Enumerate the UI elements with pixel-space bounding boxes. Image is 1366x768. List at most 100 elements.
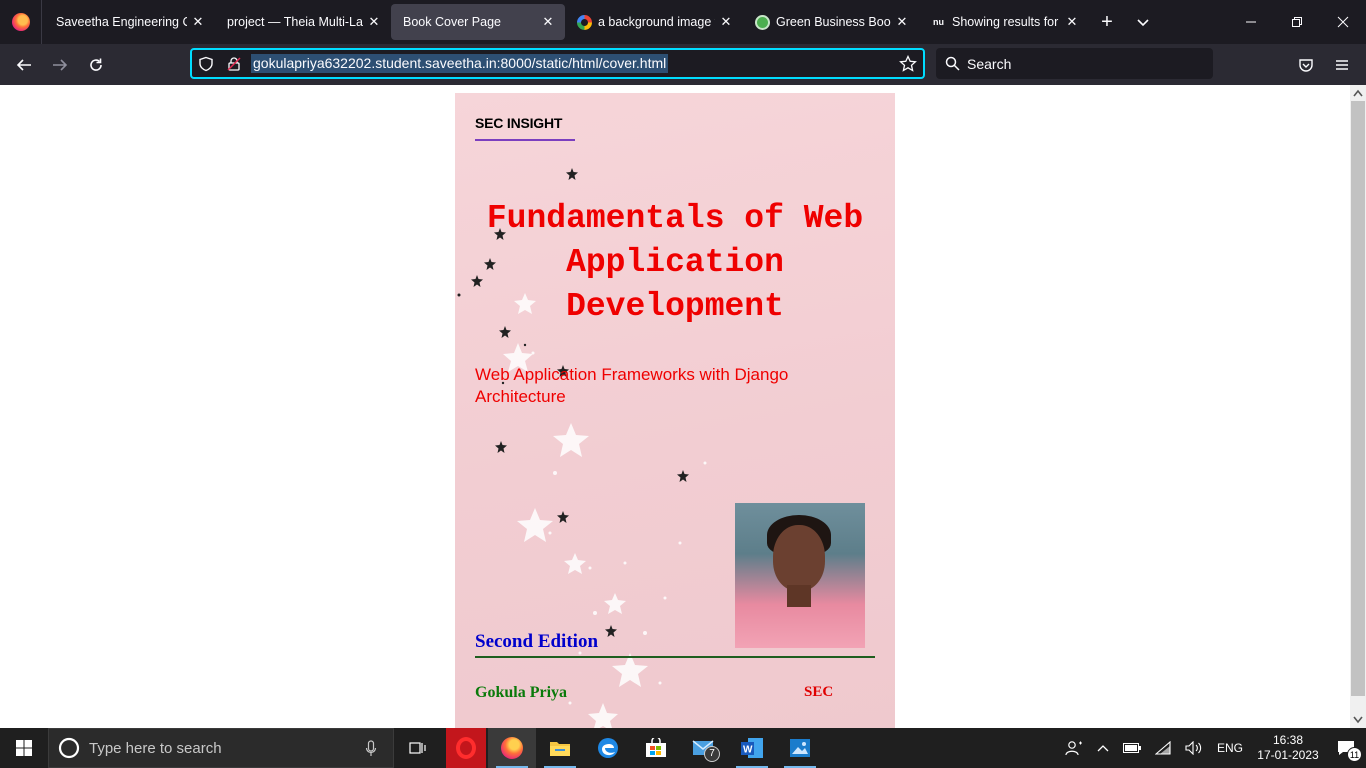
insecure-lock-icon[interactable] <box>226 56 242 72</box>
arrow-left-icon <box>16 58 31 71</box>
system-tray: ENG 16:38 17-01-2023 11 <box>1058 728 1366 768</box>
tab-title: project — Theia Multi-Language <box>227 15 363 29</box>
microphone-icon[interactable] <box>365 740 377 758</box>
author-photo <box>735 503 865 648</box>
firefox-view-button[interactable] <box>0 0 42 44</box>
pocket-icon <box>1299 58 1313 72</box>
page-viewport: SEC INSIGHT Fundamentals of Web Applicat… <box>0 85 1350 728</box>
close-icon <box>1337 16 1349 28</box>
file-explorer-taskbar-button[interactable] <box>536 728 584 768</box>
url-text[interactable]: gokulapriya632202.student.saveetha.in:80… <box>251 54 669 73</box>
volume-button[interactable] <box>1178 728 1210 768</box>
nu-icon: nu <box>933 17 944 27</box>
mail-unread-badge: 7 <box>704 746 720 762</box>
pocket-button[interactable] <box>1288 49 1324 81</box>
close-icon[interactable]: ✕ <box>367 15 381 29</box>
reload-icon <box>90 58 102 71</box>
clock-date: 17-01-2023 <box>1257 748 1319 762</box>
tab-google-search[interactable]: a background image for ✕ <box>565 4 743 40</box>
bookmark-star-icon[interactable] <box>899 55 917 73</box>
show-hidden-icons-button[interactable] <box>1090 728 1116 768</box>
author-name: Gokula Priya <box>475 684 568 701</box>
close-icon[interactable]: ✕ <box>541 15 555 29</box>
restore-button[interactable] <box>1274 0 1320 44</box>
tab-title: Showing results for https <box>952 15 1061 29</box>
scroll-down-icon[interactable] <box>1350 712 1366 728</box>
language-indicator[interactable]: ENG <box>1210 728 1250 768</box>
mail-taskbar-button[interactable]: 7 <box>680 728 728 768</box>
scrollbar-thumb[interactable] <box>1351 101 1365 696</box>
close-icon[interactable]: ✕ <box>191 15 205 29</box>
tracking-protection-shield-icon[interactable] <box>198 56 214 72</box>
minimize-icon <box>1246 21 1256 23</box>
book-cover: SEC INSIGHT Fundamentals of Web Applicat… <box>455 93 895 728</box>
firefox-logo-icon <box>11 13 30 31</box>
taskbar-search-box[interactable]: Type here to search <box>48 728 394 768</box>
new-tab-button[interactable]: + <box>1089 4 1125 40</box>
google-icon <box>577 14 592 30</box>
restore-icon <box>1292 17 1302 27</box>
edition-label: Second Edition <box>475 631 599 652</box>
search-box[interactable]: Search <box>936 48 1213 79</box>
edge-icon <box>598 738 618 758</box>
back-button[interactable] <box>6 49 42 81</box>
tab-title: Saveetha Engineering College <box>56 15 187 29</box>
list-all-tabs-button[interactable] <box>1125 4 1161 40</box>
close-icon[interactable]: ✕ <box>895 15 909 29</box>
tab-saveetha[interactable]: Saveetha Engineering College ✕ <box>44 4 215 40</box>
wifi-icon <box>1154 741 1171 755</box>
opera-taskbar-button[interactable] <box>444 728 488 768</box>
firefox-taskbar-button[interactable] <box>488 728 536 768</box>
hamburger-menu-icon <box>1336 59 1348 70</box>
close-icon[interactable]: ✕ <box>719 15 733 29</box>
forward-button[interactable] <box>42 49 78 81</box>
word-icon: W <box>741 738 763 758</box>
word-taskbar-button[interactable]: W <box>728 728 776 768</box>
opera-icon <box>446 728 486 768</box>
divider <box>475 656 875 658</box>
speaker-icon <box>1185 741 1202 755</box>
tab-title: a background image for <box>598 15 715 29</box>
reload-button[interactable] <box>78 49 114 81</box>
folder-icon <box>550 742 570 756</box>
minimize-button[interactable] <box>1228 0 1274 44</box>
edge-taskbar-button[interactable] <box>584 728 632 768</box>
taskbar-search-placeholder: Type here to search <box>89 739 222 757</box>
notification-count-badge: 11 <box>1347 747 1362 762</box>
chevron-up-icon <box>1097 745 1109 752</box>
close-icon[interactable]: ✕ <box>1065 15 1079 29</box>
brand-underline <box>475 139 575 141</box>
url-bar[interactable]: gokulapriya632202.student.saveetha.in:80… <box>190 48 925 79</box>
people-button[interactable] <box>1058 728 1090 768</box>
photos-taskbar-button[interactable] <box>776 728 824 768</box>
cortana-circle-icon <box>58 737 80 759</box>
tab-theia[interactable]: project — Theia Multi-Language ✕ <box>215 4 391 40</box>
app-menu-button[interactable] <box>1324 49 1360 81</box>
publisher-name: SEC <box>804 684 834 700</box>
book-subtitle: Web Application Frameworks with Django A… <box>475 365 789 406</box>
battery-button[interactable] <box>1116 728 1148 768</box>
navigation-toolbar: gokulapriya632202.student.saveetha.in:80… <box>0 44 1366 85</box>
clock[interactable]: 16:38 17-01-2023 <box>1250 728 1326 768</box>
windows-taskbar: Type here to search 7 W ENG 16:38 17-01-… <box>0 728 1366 768</box>
start-button[interactable] <box>0 728 48 768</box>
search-placeholder: Search <box>967 55 1012 72</box>
windows-logo-icon <box>16 740 32 756</box>
tab-title: Green Business Book Cover <box>776 15 891 29</box>
task-view-icon <box>409 742 426 754</box>
network-button[interactable] <box>1148 728 1178 768</box>
vertical-scrollbar[interactable] <box>1350 85 1366 728</box>
scroll-up-icon[interactable] <box>1350 85 1366 101</box>
tab-showing-results[interactable]: nu Showing results for https ✕ <box>919 4 1089 40</box>
people-icon <box>1065 741 1082 756</box>
photos-icon <box>790 739 810 757</box>
svg-text:W: W <box>743 745 753 756</box>
tab-book-cover[interactable]: Book Cover Page ✕ <box>391 4 565 40</box>
canva-icon <box>755 14 770 30</box>
arrow-right-icon <box>53 58 68 71</box>
tab-green-business[interactable]: Green Business Book Cover ✕ <box>743 4 919 40</box>
action-center-button[interactable]: 11 <box>1326 728 1366 768</box>
task-view-button[interactable] <box>394 728 442 768</box>
store-taskbar-button[interactable] <box>632 728 680 768</box>
close-window-button[interactable] <box>1320 0 1366 44</box>
